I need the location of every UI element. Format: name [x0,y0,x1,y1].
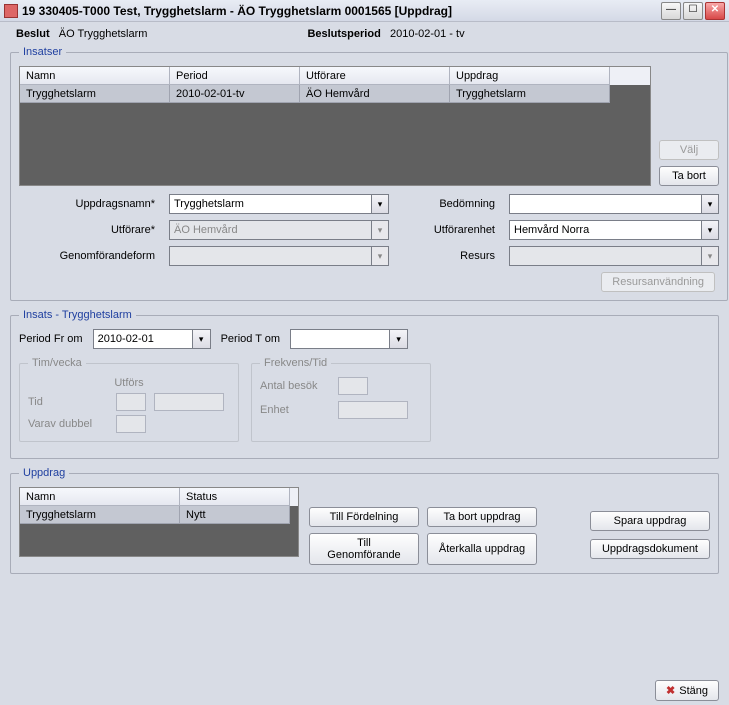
maximize-button[interactable]: ☐ [683,2,703,20]
ta-bort-uppdrag-button[interactable]: Ta bort uppdrag [427,507,537,527]
timvecka-group: Tim/vecka Utförs Tid Varav dubbel [19,357,239,442]
cell-utforare: ÄO Hemvård [300,85,450,103]
cell-namn: Trygghetslarm [20,506,180,524]
stang-button[interactable]: ✖ Stäng [655,680,719,701]
chevron-down-icon [701,247,718,265]
chevron-down-icon[interactable] [371,195,388,213]
chevron-down-icon[interactable] [701,221,718,239]
app-icon [4,4,18,18]
genomforandeform-combo [169,246,389,266]
enhet-label: Enhet [260,404,330,416]
tid-utfors-input [154,393,224,411]
col-namn[interactable]: Namn [20,488,180,506]
tabort-button[interactable]: Ta bort [659,166,719,186]
cell-period: 2010-02-01-tv [170,85,300,103]
col-status[interactable]: Status [180,488,290,506]
valj-button[interactable]: Välj [659,140,719,160]
cell-status: Nytt [180,506,290,524]
aterkalla-button[interactable]: Återkalla uppdrag [427,533,537,565]
col-uppdrag[interactable]: Uppdrag [450,67,610,85]
uppdrag-legend: Uppdrag [19,467,69,479]
beslut-value: ÄO Trygghetslarm [59,28,148,40]
insatser-legend: Insatser [19,46,66,58]
uppdragsnamn-combo[interactable]: Trygghetslarm [169,194,389,214]
close-window-button[interactable]: ✕ [705,2,725,20]
minimize-button[interactable]: — [661,2,681,20]
table-row[interactable]: Trygghetslarm 2010-02-01-tv ÄO Hemvård T… [20,85,650,103]
resursanvandning-button[interactable]: Resursanvändning [601,272,715,292]
period-fr-input[interactable]: 2010-02-01 [93,329,193,349]
tid-input [116,393,146,411]
insatser-group: Insatser Namn Period Utförare Uppdrag Tr… [10,46,728,301]
beslut-label: Beslut [16,28,50,40]
utforarenhet-label: Utförarenhet [399,224,499,236]
utforare-label: Utförare* [29,224,159,236]
close-icon: ✖ [666,684,675,697]
antal-input [338,377,368,395]
chevron-down-icon [371,247,388,265]
resurs-combo [509,246,719,266]
till-genomforande-button[interactable]: Till Genomförande [309,533,419,565]
frekvens-legend: Frekvens/Tid [260,357,331,369]
window: 19 330405-T000 Test, Trygghetslarm - ÄO … [0,0,729,705]
uppdrag-grid[interactable]: Namn Status Trygghetslarm Nytt [19,487,299,557]
utfors-label: Utförs [28,377,230,389]
insatser-grid[interactable]: Namn Period Utförare Uppdrag Trygghetsla… [19,66,651,186]
period-fr-label: Period Fr om [19,333,83,345]
insatsdetail-legend: Insats - Trygghetslarm [19,309,136,321]
bedomning-label: Bedömning [399,198,499,210]
varav-label: Varav dubbel [28,418,108,430]
beslutsperiod-label: Beslutsperiod [307,28,380,40]
beslutsperiod-value: 2010-02-01 - tv [390,28,465,40]
table-row[interactable]: Trygghetslarm Nytt [20,506,298,524]
cell-uppdrag: Trygghetslarm [450,85,610,103]
resurs-label: Resurs [399,250,499,262]
genomforandeform-label: Genomförandeform [29,250,159,262]
uppdragsdokument-button[interactable]: Uppdragsdokument [590,539,710,559]
bedomning-combo[interactable] [509,194,719,214]
antal-label: Antal besök [260,380,330,392]
insatsdetail-group: Insats - Trygghetslarm Period Fr om 2010… [10,309,719,459]
varav-input [116,415,146,433]
chevron-down-icon [371,221,388,239]
period-t-input[interactable] [290,329,390,349]
stang-label: Stäng [679,685,708,697]
utforarenhet-combo[interactable]: Hemvård Norra [509,220,719,240]
uppdrag-group: Uppdrag Namn Status Trygghetslarm Nytt T… [10,467,719,574]
enhet-input [338,401,408,419]
chevron-down-icon[interactable] [193,329,211,349]
col-utforare[interactable]: Utförare [300,67,450,85]
cell-namn: Trygghetslarm [20,85,170,103]
uppdragsnamn-label: Uppdragsnamn* [29,198,159,210]
timvecka-legend: Tim/vecka [28,357,86,369]
till-fordelning-button[interactable]: Till Fördelning [309,507,419,527]
col-period[interactable]: Period [170,67,300,85]
period-t-label: Period T om [221,333,281,345]
chevron-down-icon[interactable] [390,329,408,349]
frekvens-group: Frekvens/Tid Antal besök Enhet [251,357,431,442]
utforare-combo: ÄO Hemvård [169,220,389,240]
tid-label: Tid [28,396,108,408]
col-namn[interactable]: Namn [20,67,170,85]
chevron-down-icon[interactable] [701,195,718,213]
spara-uppdrag-button[interactable]: Spara uppdrag [590,511,710,531]
titlebar: 19 330405-T000 Test, Trygghetslarm - ÄO … [0,0,729,22]
window-title: 19 330405-T000 Test, Trygghetslarm - ÄO … [22,4,661,18]
